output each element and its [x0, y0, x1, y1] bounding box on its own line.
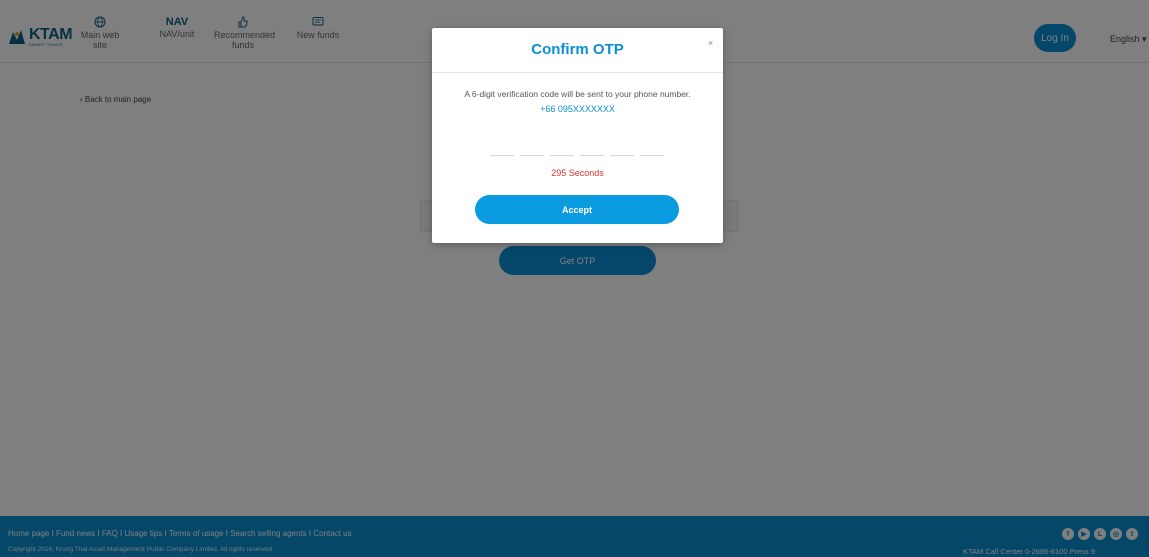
modal-title: Confirm OTP	[531, 41, 624, 58]
otp-digit-input[interactable]	[550, 143, 574, 156]
otp-countdown: 295 Seconds	[551, 168, 604, 178]
confirm-otp-modal: Confirm OTP × A 6-digit verification cod…	[432, 28, 723, 243]
otp-digit-input[interactable]	[490, 143, 514, 156]
otp-input-group	[490, 143, 664, 156]
otp-digit-input[interactable]	[640, 143, 664, 156]
modal-message: A 6-digit verification code will be sent…	[464, 89, 691, 99]
phone-number: +66 095XXXXXXX	[540, 104, 615, 114]
modal-divider	[432, 72, 723, 73]
otp-digit-input[interactable]	[520, 143, 544, 156]
close-icon[interactable]: ×	[708, 38, 713, 48]
otp-digit-input[interactable]	[610, 143, 634, 156]
otp-digit-input[interactable]	[580, 143, 604, 156]
accept-button[interactable]: Accept	[475, 195, 679, 224]
